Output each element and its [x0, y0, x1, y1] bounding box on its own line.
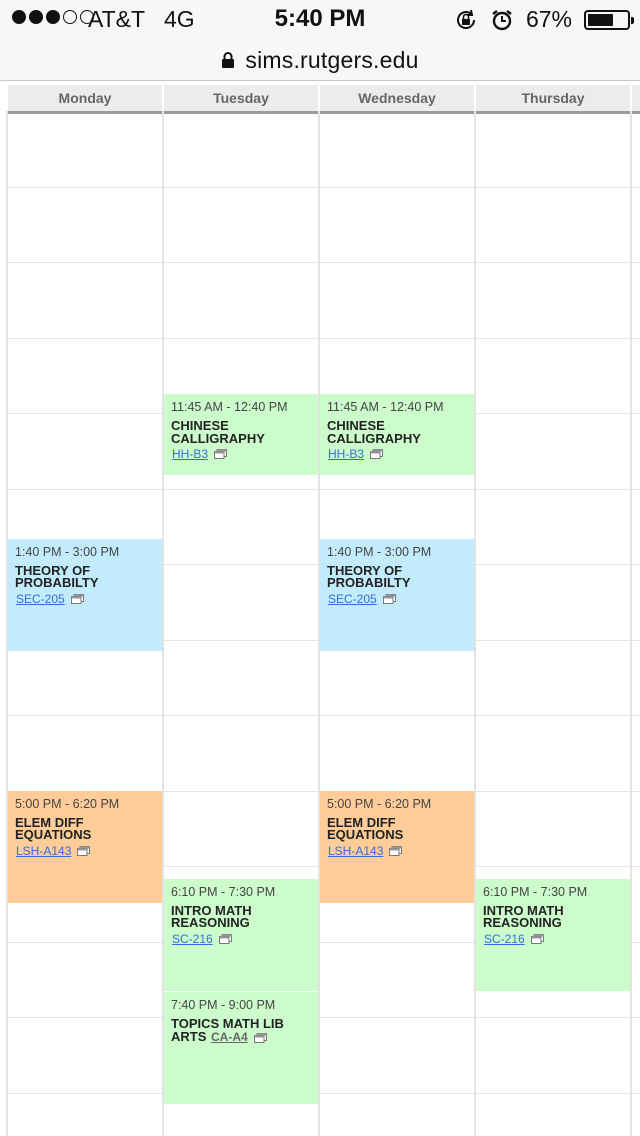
hour-gridline [8, 186, 640, 188]
event-title-text: THEORY OF PROBABILTY [327, 562, 411, 591]
hour-gridline [8, 1092, 640, 1094]
event-time: 7:40 PM - 9:00 PM [171, 997, 276, 1012]
room-link[interactable]: SC-216 [172, 932, 213, 946]
address-bar[interactable]: sims.rutgers.edu [0, 40, 640, 81]
event-title-text: CHINESE CALLIGRAPHY [171, 418, 265, 446]
alarm-icon [492, 9, 512, 30]
room-link[interactable]: SEC-205 [16, 592, 65, 606]
rotation-lock-icon [456, 9, 475, 29]
event-time: 5:00 PM - 6:20 PM [15, 796, 120, 811]
event-room: CA-A4 [211, 1031, 267, 1044]
day-header-wednesday: Wednesday [320, 85, 474, 114]
event-title: ELEM DIFF EQUATIONS [327, 814, 468, 842]
battery-level [588, 13, 614, 26]
open-window-icon[interactable] [389, 845, 403, 856]
event-room-line: LSH-A143 [15, 842, 156, 860]
event-title: TOPICS MATH LIB ARTS CA-A4 [171, 1017, 312, 1044]
open-window-icon[interactable] [218, 933, 232, 944]
event-time: 1:40 PM - 3:00 PM [15, 544, 120, 559]
url-text[interactable]: sims.rutgers.edu [245, 47, 418, 74]
hour-gridline [8, 337, 640, 339]
event-title: CHINESE CALLIGRAPHY [171, 418, 312, 446]
event-title: THEORY OF PROBABILTY [15, 562, 156, 591]
day-header-monday: Monday [8, 85, 162, 114]
hour-gridline [8, 262, 640, 263]
class-event[interactable]: 1:40 PM - 3:00 PM THEORY OF PROBABILTY SEC… [320, 538, 474, 652]
event-room: SEC-205 [16, 592, 84, 606]
event-title-text: ELEM DIFF EQUATIONS [327, 814, 404, 842]
event-room-line: SC-216 [171, 930, 312, 948]
event-time: 11:45 AM - 12:40 PM [171, 400, 288, 415]
room-link[interactable]: HH-B3 [328, 447, 364, 461]
room-link[interactable]: LSH-A143 [16, 844, 71, 858]
battery-icon [584, 9, 634, 30]
status-bar: AT&T 4G 5:40 PM 67% [0, 0, 640, 40]
day-header-thursday: Thursday [476, 85, 630, 114]
day-column-divider [630, 111, 632, 1136]
event-room: HH-B3 [172, 447, 228, 461]
hour-gridline [8, 715, 640, 716]
battery-percent: 67% [525, 6, 572, 32]
open-window-icon[interactable] [530, 933, 544, 944]
week-calendar: Monday Tuesday Wednesday Thursday 11:45 AM … [0, 81, 640, 1136]
event-room: SEC-205 [328, 592, 396, 606]
open-window-icon[interactable] [253, 1032, 267, 1043]
day-header-next [632, 85, 640, 114]
event-room: LSH-A143 [16, 844, 91, 858]
event-room: SC-216 [172, 932, 232, 946]
room-link[interactable]: LSH-A143 [328, 844, 383, 858]
event-room-line: SEC-205 [327, 590, 468, 608]
event-room: SC-216 [484, 932, 544, 946]
event-time: 6:10 PM - 7:30 PM [483, 884, 588, 899]
open-window-icon[interactable] [370, 449, 384, 460]
event-title: INTRO MATH REASONING [171, 902, 312, 931]
event-time: 1:40 PM - 3:00 PM [327, 544, 432, 559]
hour-gridline [8, 1017, 640, 1018]
event-title-text: THEORY OF PROBABILTY [15, 562, 99, 591]
room-link[interactable]: HH-B3 [172, 447, 208, 461]
room-link[interactable]: CA-A4 [211, 1031, 248, 1044]
event-title: THEORY OF PROBABILTY [327, 562, 468, 591]
open-window-icon[interactable] [214, 449, 228, 460]
class-event[interactable]: 6:10 PM - 7:30 PM INTRO MATH REASONING SC-… [164, 878, 318, 992]
event-time: 5:00 PM - 6:20 PM [327, 796, 432, 811]
event-room-line: HH-B3 [171, 445, 312, 463]
event-room-line: SEC-205 [15, 590, 156, 608]
open-window-icon[interactable] [70, 593, 84, 604]
hour-gridline [8, 488, 640, 490]
class-event[interactable]: 5:00 PM - 6:20 PM ELEM DIFF EQUATIONS LSH-… [320, 790, 474, 904]
event-room-line: SC-216 [483, 930, 624, 948]
event-title: INTRO MATH REASONING [483, 902, 624, 931]
event-title: CHINESE CALLIGRAPHY [327, 418, 468, 446]
class-event[interactable]: 1:40 PM - 3:00 PM THEORY OF PROBABILTY SEC… [8, 538, 162, 652]
event-title-text: CHINESE CALLIGRAPHY [327, 418, 421, 446]
event-time: 11:45 AM - 12:40 PM [327, 400, 444, 415]
class-event[interactable]: 11:45 AM - 12:40 PM CHINESE CALLIGRAPHY HH… [164, 394, 318, 476]
class-event[interactable]: 11:45 AM - 12:40 PM CHINESE CALLIGRAPHY HH… [320, 394, 474, 476]
event-title-text: INTRO MATH REASONING [483, 902, 564, 931]
class-event[interactable]: 7:40 PM - 9:00 PM TOPICS MATH LIB ARTS CA… [164, 991, 318, 1105]
event-title-text: ELEM DIFF EQUATIONS [15, 814, 92, 842]
day-header-tuesday: Tuesday [164, 85, 318, 114]
event-title: ELEM DIFF EQUATIONS [15, 814, 156, 842]
event-room-line: HH-B3 [327, 445, 468, 463]
event-title-text: INTRO MATH REASONING [171, 902, 252, 931]
event-room: HH-B3 [328, 447, 384, 461]
lock-icon [222, 52, 235, 68]
open-window-icon[interactable] [382, 593, 396, 604]
event-room-line: LSH-A143 [327, 842, 468, 860]
room-link[interactable]: SC-216 [484, 932, 525, 946]
class-event[interactable]: 5:00 PM - 6:20 PM ELEM DIFF EQUATIONS LSH-… [8, 790, 162, 904]
open-window-icon[interactable] [77, 845, 91, 856]
class-event[interactable]: 6:10 PM - 7:30 PM INTRO MATH REASONING SC-… [476, 878, 630, 992]
event-room: LSH-A143 [328, 844, 403, 858]
event-time: 6:10 PM - 7:30 PM [171, 884, 276, 899]
room-link[interactable]: SEC-205 [328, 592, 377, 606]
